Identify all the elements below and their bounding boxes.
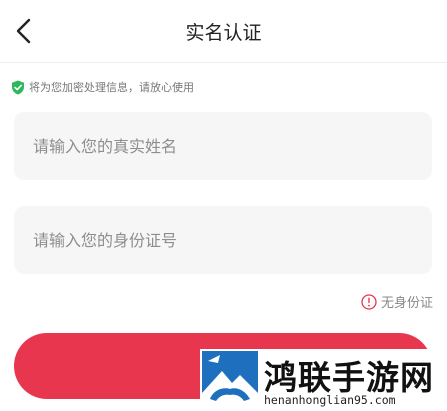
page-title: 实名认证	[185, 22, 262, 44]
header-bar: 实名认证	[0, 0, 447, 63]
watermark-title: 鸿联手游网	[264, 358, 434, 397]
exclamation-circle-icon	[361, 293, 377, 310]
shield-check-icon	[12, 80, 24, 94]
no-id-card-label: 无身份证	[380, 296, 433, 311]
privacy-notice: 将为您加密处理信息，请放心使用	[11, 79, 194, 95]
watermark: 鸿联手游网 henanhonglian95.com	[200, 349, 447, 411]
id-number-input[interactable]	[14, 206, 432, 274]
privacy-notice-text: 将为您加密处理信息，请放心使用	[29, 81, 194, 94]
bull-logo-icon	[202, 351, 258, 407]
real-name-input[interactable]	[14, 112, 432, 180]
no-id-card-link[interactable]: 无身份证	[361, 292, 433, 311]
watermark-url: henanhonglian95.com	[264, 393, 396, 407]
